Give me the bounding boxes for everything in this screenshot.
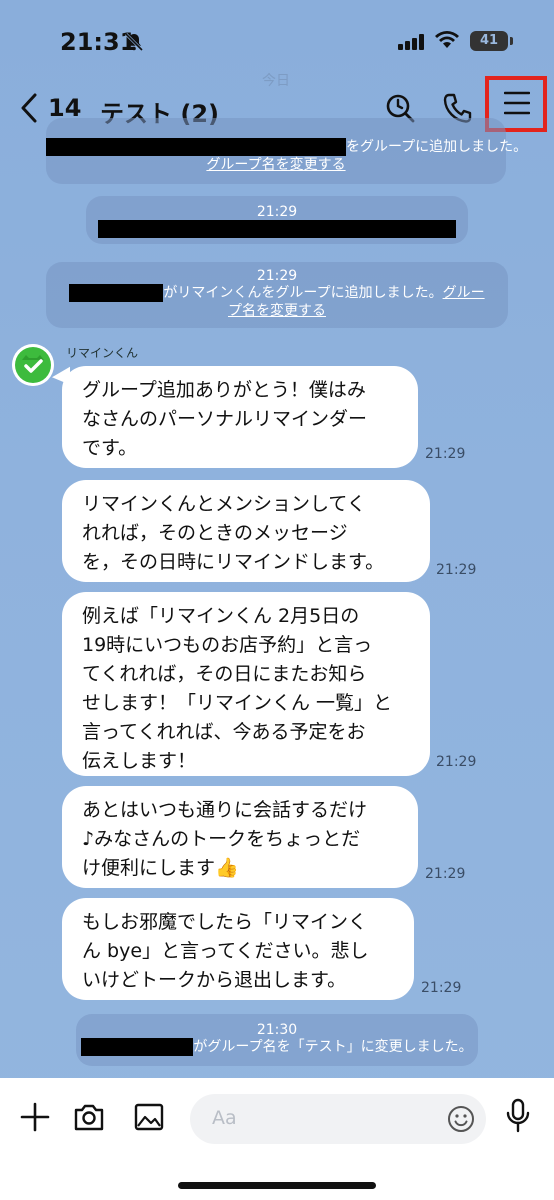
status-bar: 21:31 41 [0,0,554,80]
notice-line: をグループに追加しました。 [46,138,527,156]
bell-mute-icon [124,32,144,52]
battery-indicator: 41 [470,31,508,51]
emoji-icon[interactable] [446,1104,476,1134]
message-line: です。 [82,437,138,459]
bot-avatar[interactable] [12,344,54,386]
redacted-name [81,1038,194,1056]
system-notice: 21:29 [86,196,468,244]
system-notice: をグループに追加しました。 グループ名を変更する [46,118,527,184]
message-line: もしお邪魔でしたら「リマインく [82,911,368,933]
message-line: リマインくんとメンションしてく [82,493,366,515]
message-line: け便利にします👍 [82,854,398,883]
bot-name: リマインくん [66,346,139,360]
notice-text: がグループ名を「テスト」に変更しました。 [193,1039,473,1055]
battery-tip [510,37,513,45]
system-notice: 21:29 がリマインくんをグループに追加しました。グルー プ名を変更する [46,262,508,328]
microphone-icon[interactable] [504,1098,532,1134]
message-line: せします！「リマインくん 一覧」と [82,692,393,714]
message-line: ん bye」と言ってください。悲し [82,940,369,962]
message-bubble[interactable]: あとはいつも通りに会話するだけ ♪みなさんのトークをちょっとだ け便利にします👍 [62,786,418,888]
notice-line: プ名を変更する [46,302,508,320]
message-bubble[interactable]: 例えば「リマインくん 2月5日の 19時にいつものお店予約」と言っ てくれれば，… [62,592,430,776]
message-time: 21:29 [425,446,466,462]
rename-group-link[interactable]: プ名を変更する [228,303,326,319]
notice-time: 21:29 [256,268,298,284]
message-input[interactable]: Aa [190,1094,486,1144]
message-line: なさんのパーソナルリマインダー [82,408,368,430]
rename-group-link[interactable]: グルー [443,285,485,301]
message-time: 21:29 [421,980,462,996]
notice-line: がリマインくんをグループに追加しました。グルー [46,284,508,302]
message-bubble[interactable]: もしお邪魔でしたら「リマインく ん bye」と言ってください。悲し いけどトーク… [62,898,414,1000]
message-text: け便利にします [82,857,216,879]
notice-line: がグループ名を「テスト」に変更しました。 [76,1038,478,1056]
message-line: いけどトークから退出します。 [82,969,347,991]
notice-line [86,220,468,238]
back-chevron-icon[interactable] [18,92,40,124]
message-line: 言ってくれれば、今ある予定をお [82,721,366,743]
message-line: れれば，そのときのメッセージ [82,522,348,544]
notice-line: グループ名を変更する [46,156,506,174]
image-icon[interactable] [132,1100,166,1134]
notice-text: がリマインくんをグループに追加しました。 [163,285,443,301]
message-line: 例えば「リマインくん 2月5日の [82,605,360,627]
wifi-icon [435,31,459,48]
notice-time: 21:30 [256,1022,298,1038]
signal-icon [398,34,424,50]
message-line: 伝えします！ [82,750,197,772]
date-separator: 今日 [262,73,290,89]
message-time: 21:29 [436,754,477,770]
message-input-placeholder: Aa [212,1107,237,1129]
message-line: ♪みなさんのトークをちょっとだ [82,828,361,850]
message-line: を，その日時にリマインドします。 [82,551,385,573]
message-line: グループ追加ありがとう！僕はみ [82,379,366,401]
hamburger-menu-icon[interactable] [504,91,530,115]
camera-icon[interactable] [72,1100,106,1134]
plus-icon[interactable] [18,1100,52,1134]
rename-group-link[interactable]: グループ名を変更する [206,157,345,173]
message-line: あとはいつも通りに会話するだけ [82,799,368,821]
message-input-bar: Aa [0,1078,554,1200]
redacted-text [98,220,456,238]
message-bubble[interactable]: リマインくんとメンションしてく れれば，そのときのメッセージ を，その日時にリマ… [62,480,430,582]
thumbs-up-emoji: 👍 [215,857,239,879]
redacted-name [46,138,346,156]
notice-time: 21:29 [256,204,298,220]
home-indicator [178,1182,376,1189]
notice-text: をグループに追加しました。 [346,139,528,155]
message-bubble[interactable]: グループ追加ありがとう！僕はみ なさんのパーソナルリマインダー です。 [62,366,418,468]
message-time: 21:29 [436,562,477,578]
message-line: てくれれば，その日にまたお知ら [82,663,367,685]
system-notice: 21:30 がグループ名を「テスト」に変更しました。 [76,1014,478,1066]
redacted-name [69,284,164,302]
message-time: 21:29 [425,866,466,882]
message-line: 19時にいつものお店予約」と言っ [82,634,373,656]
